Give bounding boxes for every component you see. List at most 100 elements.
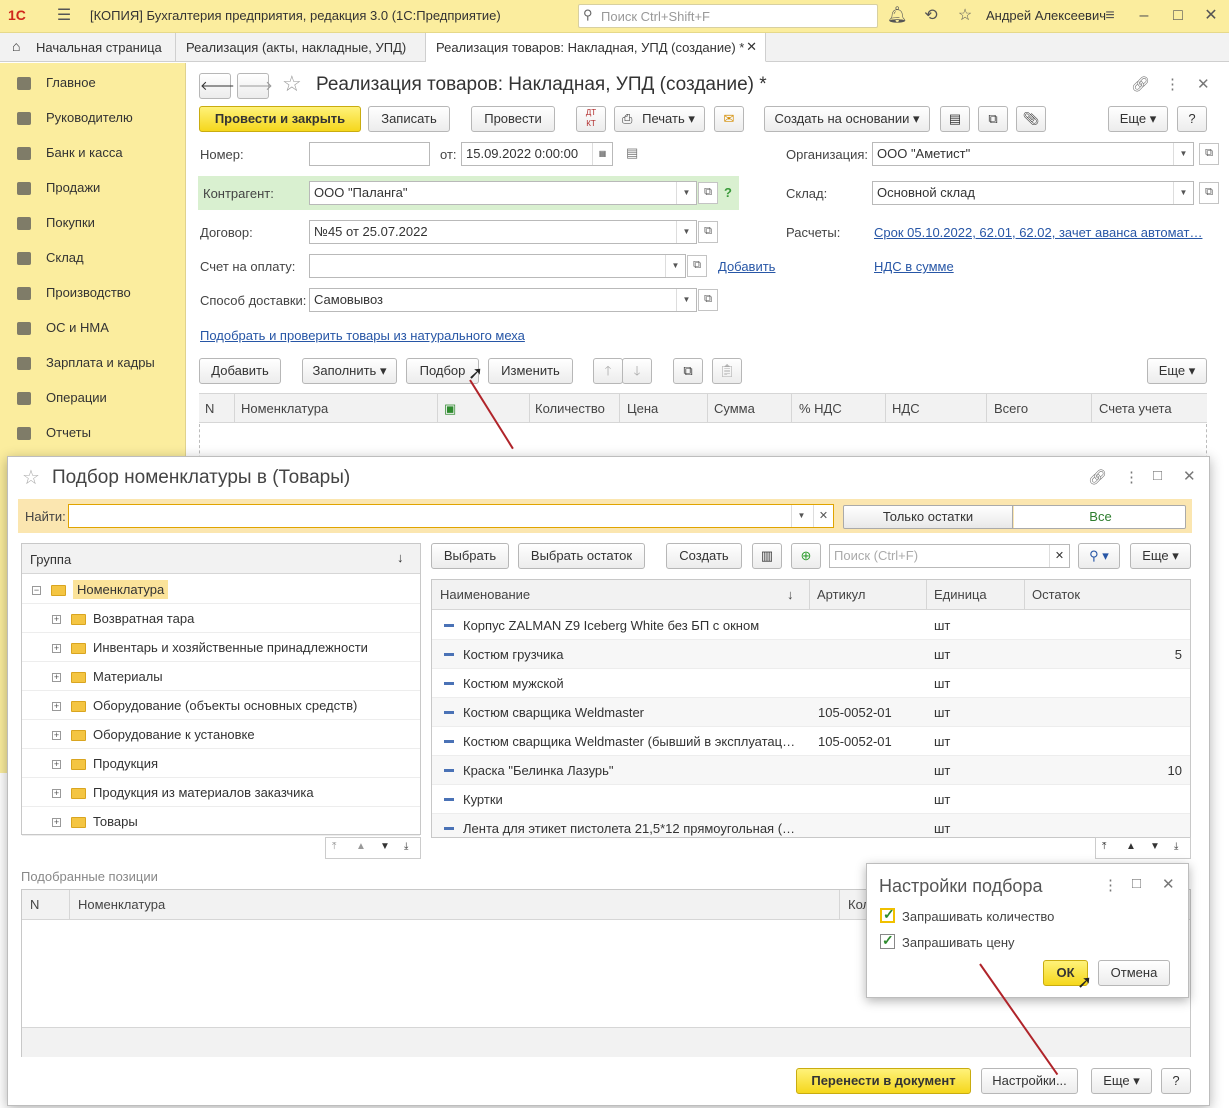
more-button[interactable]: Еще ▾ (1108, 106, 1168, 132)
settings-icon[interactable]: ≡ (1100, 6, 1120, 26)
ask-qty-checkbox[interactable]: ✓ (880, 906, 895, 923)
open-org-icon[interactable]: ⧉ (1199, 143, 1219, 165)
stock-toggle[interactable]: Только остатки Все (843, 505, 1186, 529)
sidebar-item[interactable]: Покупки (0, 208, 186, 238)
all-option[interactable]: Все (1014, 506, 1185, 528)
barcode-icon[interactable]: ▥ (752, 543, 782, 569)
calendar-icon[interactable]: ▦ (592, 143, 612, 165)
clear-icon[interactable]: ✕ (813, 505, 833, 527)
more-vert-icon[interactable]: ⋮ (1103, 876, 1118, 894)
sidebar-item[interactable]: Операции (0, 383, 186, 413)
expand-icon[interactable]: + (52, 760, 61, 770)
menu-icon[interactable]: ☰ (54, 6, 74, 26)
col-article[interactable]: Артикул (817, 587, 865, 602)
help-button[interactable]: ? (1161, 1068, 1191, 1094)
structure-icon[interactable]: ⧉ (978, 106, 1008, 132)
group-tree-item[interactable]: + Оборудование к установке (22, 720, 420, 749)
scroll-top-icon[interactable]: ⤒ (332, 841, 336, 852)
chevron-down-icon[interactable]: ▼ (791, 505, 811, 527)
star-icon[interactable]: ☆ (955, 6, 975, 26)
contract-field[interactable]: №45 от 25.07.2022 ▼ (309, 220, 697, 244)
copy-icon[interactable]: ⧉ (673, 358, 703, 384)
move-up-icon[interactable]: 🡑 (593, 358, 623, 384)
sidebar-item[interactable]: Склад (0, 243, 186, 273)
list-search-input[interactable]: Поиск (Ctrl+F) ✕ (829, 544, 1070, 568)
sidebar-item[interactable]: Зарплата и кадры (0, 348, 186, 378)
chevron-down-icon[interactable]: ▼ (676, 289, 696, 311)
sidebar-item[interactable]: Банк и касса (0, 138, 186, 168)
table-more-button[interactable]: Еще ▾ (1147, 358, 1207, 384)
group-tree-item[interactable]: + Товары (22, 807, 420, 836)
group-tree-item[interactable]: − Номенклатура (22, 575, 420, 604)
document-icon[interactable]: ▤ (940, 106, 970, 132)
close-icon[interactable]: ✕ (1183, 467, 1196, 485)
minimize-icon[interactable]: – (1134, 6, 1154, 26)
sidebar-item[interactable]: Главное (0, 68, 186, 98)
scroll-up-icon[interactable]: ▲ (1126, 841, 1136, 852)
chevron-down-icon[interactable]: ▼ (1173, 143, 1193, 165)
settings-button[interactable]: Настройки... (981, 1068, 1078, 1094)
list-item[interactable]: Краска "Белинка Лазурь" шт 10 (432, 756, 1190, 785)
date-field[interactable]: 15.09.2022 0:00:00 ▦ (461, 142, 613, 166)
footer-more-button[interactable]: Еще ▾ (1091, 1068, 1152, 1094)
email-icon[interactable]: ✉ (714, 106, 744, 132)
back-button[interactable]: 🡐 (199, 73, 235, 99)
column-header[interactable]: % НДС (799, 401, 842, 416)
collapse-icon[interactable]: − (32, 586, 41, 596)
scroll-top-icon[interactable]: ⤒ (1102, 841, 1106, 852)
chevron-down-icon[interactable]: ▼ (676, 221, 696, 243)
column-header[interactable]: Количество (535, 401, 605, 416)
list-more-button[interactable]: Еще ▾ (1130, 543, 1191, 569)
more-vert-icon[interactable]: ⋮ (1124, 468, 1139, 486)
maximize-icon[interactable]: □ (1168, 6, 1188, 26)
group-tree-item[interactable]: + Материалы (22, 662, 420, 691)
sidebar-item[interactable]: Отчеты (0, 418, 186, 448)
ask-price-checkbox[interactable]: ✓ (880, 932, 895, 949)
scroll-bottom-icon[interactable]: ⤓ (1174, 841, 1178, 852)
sidebar-item[interactable]: Производство (0, 278, 186, 308)
close-icon[interactable]: ✕ (1201, 6, 1221, 26)
list-item[interactable]: Костюм мужской шт (432, 669, 1190, 698)
close-tab-icon[interactable]: ✕ (746, 39, 757, 55)
expand-icon[interactable]: + (52, 702, 61, 712)
invoice-field[interactable]: ▼ (309, 254, 686, 278)
open-contractor-icon[interactable]: ⧉ (698, 182, 718, 204)
number-field[interactable] (309, 142, 430, 166)
chevron-down-icon[interactable]: ▼ (1173, 182, 1193, 204)
global-search-input[interactable]: ⚲ Поиск Ctrl+Shift+F (578, 4, 878, 28)
dt-kt-icon[interactable]: ДТ КТ (576, 106, 606, 132)
col-name[interactable]: Наименование (440, 587, 530, 602)
group-tree-item[interactable]: + Оборудование (объекты основных средств) (22, 691, 420, 720)
list-item[interactable]: Костюм сварщика Weldmaster (бывший в экс… (432, 727, 1190, 756)
scroll-up-icon[interactable]: ▲ (356, 841, 366, 852)
list-item[interactable]: Корпус ZALMAN Z9 Iceberg White без БП с … (432, 611, 1190, 640)
close-icon[interactable]: ✕ (1162, 875, 1175, 893)
search-options-icon[interactable]: ⚲ ▾ (1078, 543, 1120, 569)
cancel-button[interactable]: Отмена (1098, 960, 1170, 986)
chevron-down-icon[interactable]: ▼ (665, 255, 685, 277)
tab-home[interactable]: ⌂ Начальная страница (0, 33, 176, 62)
select-rest-button[interactable]: Выбрать остаток (518, 543, 645, 569)
column-header[interactable]: Сумма (714, 401, 755, 416)
sidebar-item[interactable]: Продажи (0, 173, 186, 203)
favorite-star-icon[interactable]: ☆ (22, 465, 40, 490)
open-invoice-icon[interactable]: ⧉ (687, 255, 707, 277)
paste-icon[interactable]: 📋︎ (712, 358, 742, 384)
add-row-button[interactable]: Добавить (199, 358, 281, 384)
change-button[interactable]: Изменить (488, 358, 573, 384)
maximize-icon[interactable]: □ (1153, 467, 1162, 484)
scroll-down-icon[interactable]: ▼ (380, 841, 390, 852)
col-rest[interactable]: Остаток (1032, 587, 1080, 602)
user-name[interactable]: Андрей Алексеевич (986, 8, 1106, 23)
only-stock-option[interactable]: Только остатки (844, 506, 1013, 528)
expand-icon[interactable]: + (52, 789, 61, 799)
question-icon[interactable]: ? (724, 185, 732, 200)
tab-sales-doc[interactable]: Реализация товаров: Накладная, УПД (созд… (426, 33, 766, 62)
tab-sales-list[interactable]: Реализация (акты, накладные, УПД) (176, 33, 426, 62)
create-based-button[interactable]: Создать на основании ▾ (764, 106, 930, 132)
more-vert-icon[interactable]: ⋮ (1165, 75, 1180, 93)
group-tree-item[interactable]: + Возвратная тара (22, 604, 420, 633)
expand-icon[interactable]: + (52, 818, 61, 828)
chevron-down-icon[interactable]: ▼ (676, 182, 696, 204)
list-item[interactable]: Лента для этикет пистолета 21,5*12 прямо… (432, 814, 1190, 837)
